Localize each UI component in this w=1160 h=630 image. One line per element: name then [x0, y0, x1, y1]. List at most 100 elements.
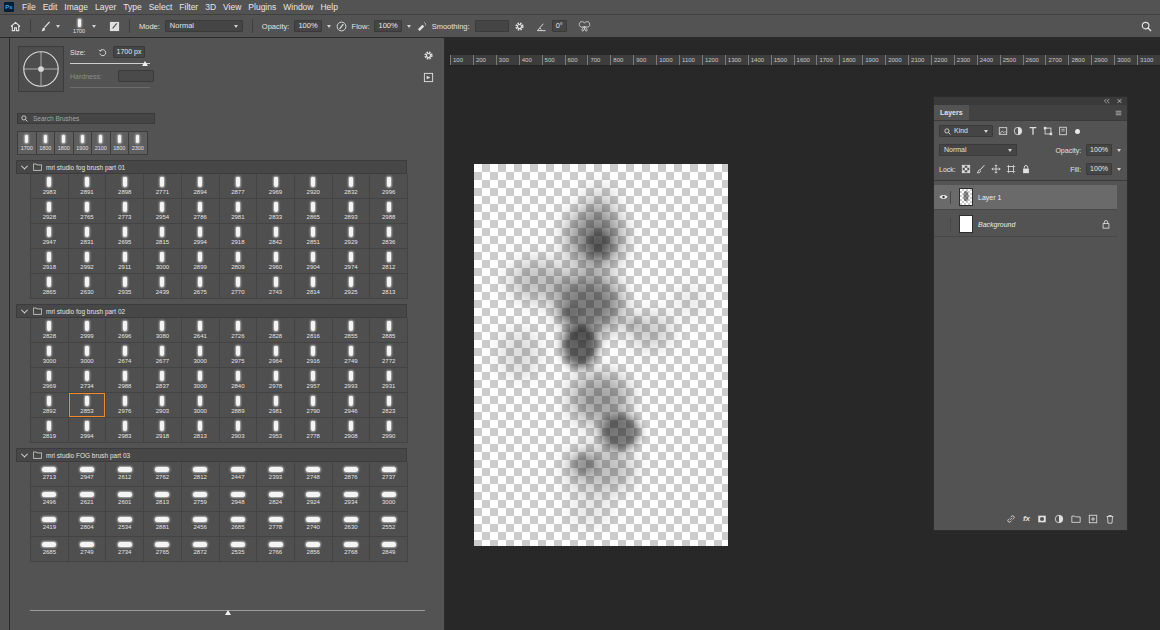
brush-preset[interactable]: 2893: [333, 199, 371, 224]
app-logo-icon[interactable]: Ps: [4, 2, 14, 12]
brush-preset[interactable]: 2813: [370, 274, 408, 299]
adjustment-layer-filter-icon[interactable]: [1013, 126, 1023, 136]
mode-select[interactable]: Normal: [165, 20, 243, 32]
brush-preset[interactable]: 2983: [106, 418, 144, 443]
brush-preset-caret[interactable]: [92, 25, 96, 28]
brush-preset[interactable]: 2981: [257, 393, 295, 418]
brush-preset[interactable]: 2929: [333, 224, 371, 249]
brush-preset[interactable]: 2908: [333, 418, 371, 443]
opacity-field[interactable]: 100%: [294, 20, 321, 32]
brush-preset[interactable]: 2812: [182, 462, 220, 487]
brush-preset[interactable]: 2737: [370, 462, 408, 487]
brush-preset[interactable]: 2790: [295, 393, 333, 418]
menu-item[interactable]: Image: [64, 2, 88, 12]
brush-preset[interactable]: 2872: [182, 537, 220, 562]
brush-preset[interactable]: 2877: [220, 174, 258, 199]
brush-preset[interactable]: 2840: [220, 368, 258, 393]
brush-preset[interactable]: 2865: [31, 274, 69, 299]
brush-preset[interactable]: 2935: [106, 274, 144, 299]
lock-position-icon[interactable]: [991, 164, 1001, 174]
brush-preset[interactable]: 2630: [69, 274, 107, 299]
brush-preset[interactable]: 3000: [182, 343, 220, 368]
fill-field[interactable]: 100%: [1086, 163, 1112, 175]
brush-preset[interactable]: 2946: [333, 393, 371, 418]
document-canvas[interactable]: [474, 164, 728, 546]
brush-preset[interactable]: 2786: [182, 199, 220, 224]
close-icon[interactable]: [1116, 98, 1123, 104]
blend-mode-select[interactable]: Normal: [939, 144, 1017, 156]
home-icon[interactable]: [10, 21, 21, 32]
brush-preset[interactable]: 2832: [333, 174, 371, 199]
brush-group-header[interactable]: mri studio FOG brush part 03: [16, 448, 407, 462]
brush-preset[interactable]: 2990: [370, 418, 408, 443]
brush-preset[interactable]: 2815: [144, 224, 182, 249]
brush-preset[interactable]: 2740: [295, 512, 333, 537]
brush-preset[interactable]: 2766: [257, 537, 295, 562]
brush-preset[interactable]: 2920: [295, 174, 333, 199]
brush-preset[interactable]: 2976: [106, 393, 144, 418]
brush-preset[interactable]: 3000: [69, 343, 107, 368]
smart-object-filter-icon[interactable]: [1058, 126, 1068, 136]
layer-row[interactable]: Layer 1: [934, 185, 1117, 210]
search-icon[interactable]: [1141, 21, 1152, 32]
menu-item[interactable]: Help: [320, 2, 337, 12]
brush-preset[interactable]: 2816: [295, 318, 333, 343]
opacity-field[interactable]: 100%: [1086, 144, 1112, 156]
brush-preset-picker[interactable]: 1700: [71, 19, 87, 34]
lock-transparent-icon[interactable]: [961, 164, 971, 174]
brush-preset[interactable]: 2931: [370, 368, 408, 393]
adjustment-layer-icon[interactable]: [1054, 514, 1064, 524]
brush-preset[interactable]: 2969: [257, 174, 295, 199]
brush-preset[interactable]: 3000: [370, 487, 408, 512]
brush-preset[interactable]: 2885: [370, 318, 408, 343]
recent-brush[interactable]: 1700: [17, 131, 37, 155]
brush-preset[interactable]: 2948: [220, 487, 258, 512]
brush-preset[interactable]: 2988: [106, 368, 144, 393]
recent-brush[interactable]: 2300: [128, 131, 148, 155]
brush-preset[interactable]: 2947: [69, 462, 107, 487]
brush-preset[interactable]: 2552: [370, 512, 408, 537]
brush-preset[interactable]: 2954: [144, 199, 182, 224]
brush-preset[interactable]: 2772: [370, 343, 408, 368]
brush-preset[interactable]: 2831: [69, 224, 107, 249]
gear-icon[interactable]: [514, 21, 525, 32]
brush-preset[interactable]: 2996: [370, 174, 408, 199]
thumbnail-size-slider[interactable]: [30, 609, 425, 616]
brush-preset[interactable]: 2994: [182, 224, 220, 249]
brush-settings-panel-icon[interactable]: [109, 21, 120, 32]
menu-item[interactable]: File: [22, 2, 36, 12]
brush-preset[interactable]: 2853: [69, 393, 107, 418]
brush-preset[interactable]: 3000: [31, 343, 69, 368]
brush-preset[interactable]: 2393: [257, 462, 295, 487]
flow-caret[interactable]: [407, 25, 411, 28]
layer-style-button[interactable]: fx: [1023, 514, 1030, 523]
fill-caret[interactable]: [1117, 168, 1121, 171]
brush-preset[interactable]: 2994: [69, 418, 107, 443]
size-field[interactable]: 1700 px: [113, 46, 146, 58]
brush-preset[interactable]: 2814: [295, 274, 333, 299]
brush-preset[interactable]: 2828: [257, 318, 295, 343]
pressure-opacity-icon[interactable]: [336, 21, 347, 32]
brush-preset[interactable]: 2778: [295, 418, 333, 443]
filter-toggle[interactable]: [1075, 129, 1080, 134]
brush-preset[interactable]: 2928: [31, 199, 69, 224]
brush-preset[interactable]: 2824: [257, 487, 295, 512]
brush-preset[interactable]: 2849: [370, 537, 408, 562]
brush-preset[interactable]: 2765: [144, 537, 182, 562]
brush-preset[interactable]: 2771: [144, 174, 182, 199]
brush-preset[interactable]: 2842: [257, 224, 295, 249]
brush-preset[interactable]: 2934: [333, 487, 371, 512]
brush-preset[interactable]: 2677: [144, 343, 182, 368]
trash-icon[interactable]: [1105, 514, 1115, 524]
brush-preset[interactable]: 2992: [69, 249, 107, 274]
brush-preset[interactable]: 2726: [220, 318, 258, 343]
collapse-icon[interactable]: [1103, 98, 1110, 104]
brush-preset[interactable]: 2828: [31, 318, 69, 343]
opacity-caret[interactable]: [1117, 149, 1121, 152]
brush-preset[interactable]: 2823: [370, 393, 408, 418]
panel-menu-icon[interactable]: [1115, 110, 1122, 116]
brush-preset[interactable]: 2621: [69, 487, 107, 512]
symmetry-icon[interactable]: [578, 21, 591, 32]
visibility-toggle[interactable]: [937, 191, 951, 204]
new-group-icon[interactable]: [1071, 514, 1081, 524]
